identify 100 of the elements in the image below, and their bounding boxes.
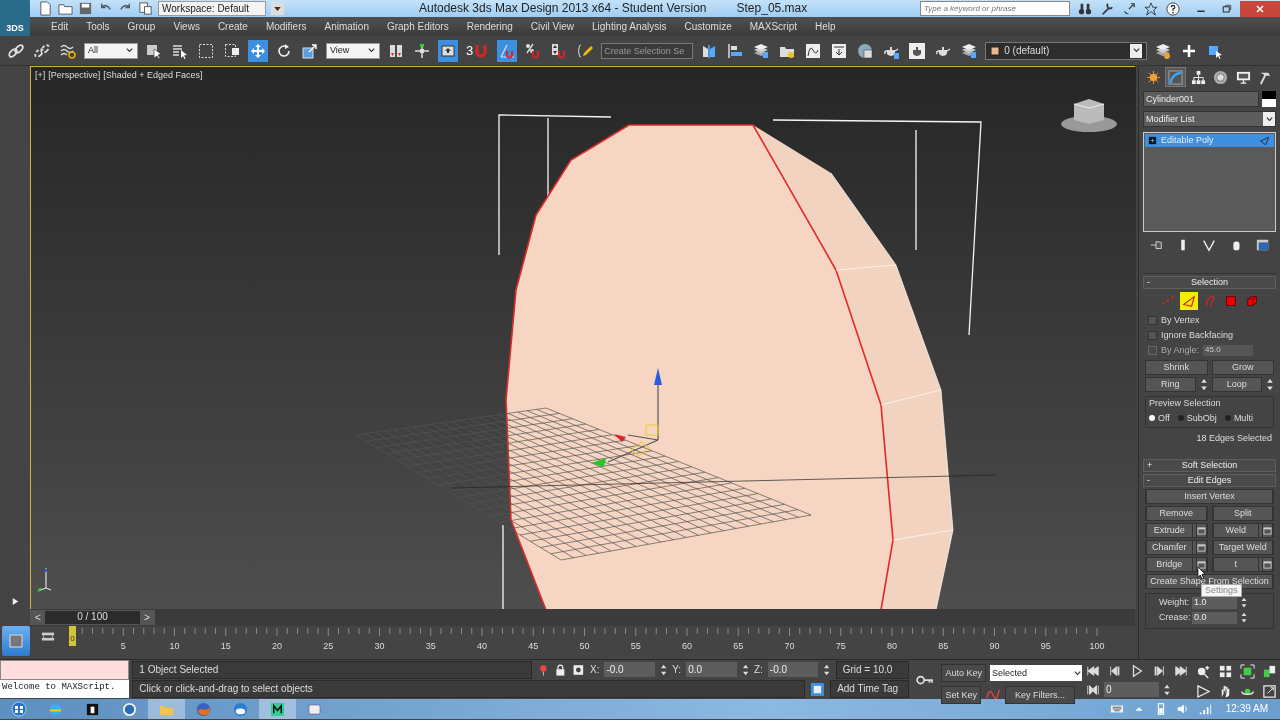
rollout-title: Edit Edges (1186, 475, 1233, 487)
app-menu-button[interactable]: 3DS (0, 0, 30, 36)
frame-number: 70 (784, 641, 795, 652)
axis-label: Y: (672, 663, 682, 676)
viewport-menu-label[interactable]: [Perspective] (48, 70, 101, 81)
window-title: Autodesk 3ds Max Design 2013 x64 - Student Version (419, 1, 707, 16)
time-tag-button[interactable]: Add Time Tag (830, 680, 910, 699)
panel-button[interactable]: Chamfer (1146, 540, 1193, 556)
rollout-toggle: - (1144, 475, 1154, 487)
tooltip: Settings (1201, 584, 1242, 597)
radio-option[interactable]: Multi (1224, 412, 1253, 424)
dropdown[interactable]: View (326, 42, 380, 59)
panel-button[interactable]: Target Weld (1212, 540, 1273, 556)
checkbox-label: By Angle: (1161, 345, 1200, 356)
selection-status: 18 Edges Selected (1195, 431, 1273, 445)
viewport-menu-label[interactable]: [Shaded + Edged Faces] (103, 70, 203, 81)
frame-number: 55 (630, 641, 641, 652)
dropdown[interactable]: All (84, 42, 138, 59)
coordinate-field[interactable]: -0.0 (604, 662, 655, 678)
search-field[interactable]: Type a keyword or phrase (920, 1, 1070, 16)
rollout-header[interactable]: + Soft Selection (1143, 459, 1276, 473)
workspace-dropdown[interactable]: Workspace: Default (158, 1, 266, 16)
modifier-list-label: Modifier List (1146, 113, 1195, 125)
menu-item[interactable]: MAXScript (740, 20, 806, 33)
panel-button[interactable]: Ring (1145, 377, 1196, 392)
frame-number: 45 (528, 641, 539, 652)
panel-button[interactable]: Bridge (1146, 557, 1193, 573)
panel-button[interactable]: Remove (1146, 506, 1207, 522)
axis-label: Z: (753, 663, 763, 676)
checkbox-label: Ignore Backfacing (1161, 330, 1234, 341)
menu-item[interactable]: Edit (42, 20, 78, 33)
frame-counter: 0 / 100 (76, 611, 109, 624)
menu-item[interactable]: Rendering (457, 20, 522, 33)
rollout-header[interactable]: - Selection (1143, 276, 1276, 289)
panel-button[interactable]: Split (1212, 506, 1273, 522)
workspace-label: Workspace: Default (162, 2, 250, 15)
magnet-button[interactable]: 3 (464, 39, 492, 62)
panel-button[interactable]: Grow (1211, 360, 1274, 375)
frame-number: 80 (887, 641, 897, 652)
viewport[interactable]: [+] [Perspective] [Shaded + Edged Faces] (30, 66, 1135, 609)
selection-count: 1 Object Selected (132, 660, 532, 679)
time-slider-thumb[interactable]: < 0 / 100 > (30, 610, 155, 625)
menu-item[interactable]: Customize (675, 20, 741, 33)
prompt-text: Click or click-and-drag to select objects (132, 680, 806, 699)
menu-item[interactable]: Graph Editors (377, 20, 458, 33)
key-filters-button[interactable]: Key Filters... (1005, 686, 1075, 704)
menu-item[interactable]: Help (805, 20, 845, 33)
snap-label: 3 (466, 42, 474, 59)
menu-item[interactable]: Create (208, 20, 257, 33)
key-mode-dropdown[interactable]: Selected (990, 665, 1082, 681)
coordinate-field[interactable]: 0.0 (686, 662, 737, 678)
menu-item[interactable]: Views (164, 20, 209, 33)
field-label: Weight: (1159, 597, 1189, 609)
layer-dropdown[interactable]: 0 (default) (985, 41, 1148, 60)
coordinate-field[interactable]: -0.0 (767, 662, 819, 678)
previous-frame-button[interactable]: < (31, 611, 45, 624)
panel-button[interactable]: Extrude (1146, 523, 1193, 539)
rollout-header[interactable]: - Edit Edges (1143, 474, 1276, 488)
dropdown-value: View (330, 45, 350, 56)
object-name-field[interactable]: Cylinder001 (1143, 91, 1259, 107)
rollout-toggle: + (1144, 460, 1154, 472)
selection-set-field[interactable]: Create Selection Se (601, 42, 694, 59)
frame-number: 95 (1040, 641, 1051, 652)
frame-number: 40 (477, 641, 487, 652)
field-label: Crease: (1159, 612, 1189, 624)
frame-number: 10 (169, 641, 180, 652)
current-frame-marker[interactable]: 0 (69, 626, 76, 646)
script-output: Welcome to MAXScript. (0, 680, 130, 698)
number-field[interactable]: 0.0 (1192, 611, 1237, 624)
panel-button[interactable]: Insert Vertex (1146, 489, 1273, 505)
auto-key-button[interactable]: Auto Key (941, 664, 986, 682)
panel-button[interactable]: Shrink (1145, 360, 1208, 375)
set-key-button[interactable]: Set Key (941, 686, 981, 704)
dropdown-value: Selected (992, 667, 1028, 679)
menu-item[interactable]: Animation (315, 20, 378, 33)
next-frame-button[interactable]: > (140, 611, 154, 624)
frame-number: 90 (989, 641, 1000, 652)
panel-button[interactable]: t (1212, 557, 1259, 573)
menu-item[interactable]: Modifiers (256, 20, 316, 33)
panel-button[interactable]: Loop (1211, 377, 1262, 392)
menu-item[interactable]: Lighting Analysis (583, 20, 676, 33)
checkbox-label: By Vertex (1161, 315, 1200, 326)
frame-field[interactable]: 0 (1104, 682, 1159, 697)
modifier-list-dropdown[interactable]: Modifier List (1143, 111, 1276, 127)
frame-number: 85 (938, 641, 949, 652)
angle-field: 45.0 (1203, 345, 1254, 356)
panel-button[interactable]: Weld (1212, 523, 1259, 539)
frame-number: 60 (682, 641, 692, 652)
menu-item[interactable]: Group (118, 20, 165, 33)
stack-item-label: Editable Poly (1161, 135, 1215, 146)
viewport-menu-label[interactable]: [+] (35, 70, 46, 81)
frame-number: 35 (425, 641, 436, 652)
group-title: Preview Selection (1149, 398, 1222, 409)
radio-option[interactable]: SubObj (1177, 412, 1217, 424)
frame-number: 20 (272, 641, 282, 652)
menu-item[interactable]: Tools (77, 20, 119, 33)
radio-option[interactable]: Off (1149, 412, 1170, 424)
rollout-title: Selection (1190, 277, 1229, 288)
frame-number: 100 (1089, 641, 1105, 652)
menu-item[interactable]: Civil View (521, 20, 583, 33)
